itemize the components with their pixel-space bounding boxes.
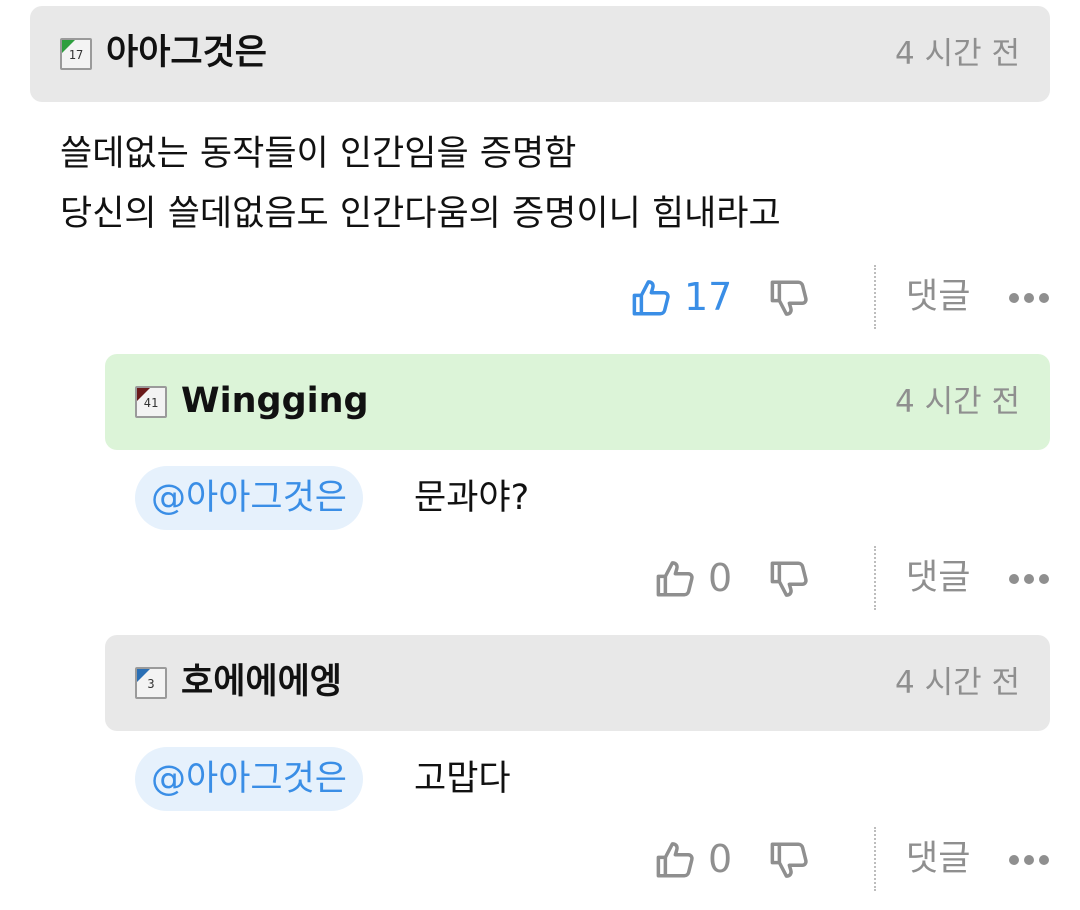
reply-text: 고맙다	[414, 759, 511, 799]
like-count: 17	[684, 275, 733, 319]
comment-header: 17 아아그것은 4 시간 전	[30, 6, 1050, 102]
thumbs-up-icon[interactable]	[630, 277, 672, 319]
comment-body: 쓸데없는 동작들이 인간임을 증명함 당신의 쓸데없음도 인간다움의 증명이니 …	[60, 124, 781, 244]
reply-header: 41 Wingging 4 시간 전	[105, 354, 1050, 450]
comment-line-2: 당신의 쓸데없음도 인간다움의 증명이니 힘내라고	[60, 194, 781, 234]
level-badge-icon: 17	[60, 38, 92, 70]
more-options-icon[interactable]	[1008, 292, 1050, 304]
action-divider	[874, 546, 876, 610]
thumbs-up-icon[interactable]	[654, 558, 696, 600]
mention-tag[interactable]: @아아그것은	[135, 747, 364, 811]
like-count: 0	[708, 837, 733, 881]
more-options-icon[interactable]	[1008, 854, 1050, 866]
thumbs-down-icon[interactable]	[768, 839, 810, 881]
reply-username[interactable]: 호에에에엥	[181, 661, 342, 703]
action-divider	[874, 265, 876, 329]
thumbs-down-icon[interactable]	[768, 558, 810, 600]
level-number: 3	[147, 677, 155, 691]
level-number: 17	[68, 48, 84, 62]
comment-actions: 17 댓글	[0, 265, 1080, 329]
mention-tag[interactable]: @아아그것은	[135, 466, 364, 530]
thumbs-up-icon[interactable]	[654, 839, 696, 881]
reply-username[interactable]: Wingging	[181, 380, 369, 422]
like-count: 0	[708, 556, 733, 600]
comment-username[interactable]: 아아그것은	[106, 32, 267, 74]
comment-time: 4 시간 전	[895, 36, 1020, 72]
reply-button[interactable]: 댓글	[906, 554, 970, 602]
action-divider	[874, 827, 876, 891]
thumbs-down-icon[interactable]	[768, 277, 810, 319]
reply-actions: 0 댓글	[0, 546, 1080, 610]
reply-time: 4 시간 전	[895, 665, 1020, 701]
level-badge-icon: 41	[135, 386, 167, 418]
reply-header: 3 호에에에엥 4 시간 전	[105, 635, 1050, 731]
more-options-icon[interactable]	[1008, 573, 1050, 585]
comment-line-1: 쓸데없는 동작들이 인간임을 증명함	[60, 134, 577, 174]
reply-button[interactable]: 댓글	[906, 835, 970, 883]
level-number: 41	[143, 396, 159, 410]
comment-thread: 17 아아그것은 4 시간 전 쓸데없는 동작들이 인간임을 증명함 당신의 쓸…	[0, 0, 1080, 910]
level-badge-icon: 3	[135, 667, 167, 699]
reply-text: 문과야?	[414, 478, 530, 518]
reply-actions: 0 댓글	[0, 827, 1080, 891]
reply-button[interactable]: 댓글	[906, 273, 970, 321]
reply-time: 4 시간 전	[895, 384, 1020, 420]
